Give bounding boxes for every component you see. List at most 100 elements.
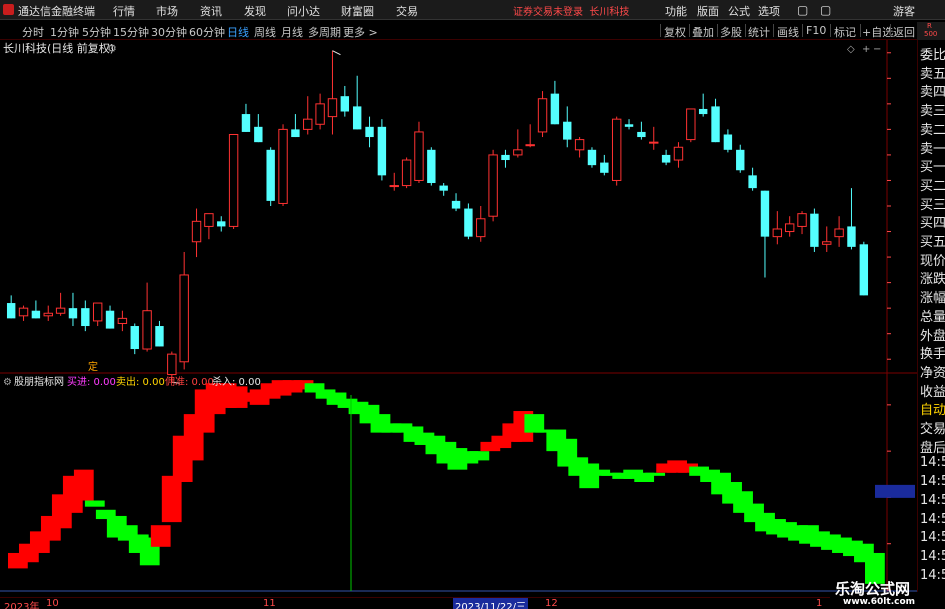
side-panel-item[interactable]: 净资 bbox=[920, 362, 945, 381]
candle-body-down bbox=[155, 326, 164, 347]
candle-body-up bbox=[43, 312, 53, 317]
indicator-block-down bbox=[469, 451, 490, 461]
side-panel-item[interactable]: 14:56 bbox=[920, 474, 945, 489]
candle-body-down bbox=[624, 124, 634, 127]
side-panel-item[interactable]: 收益 bbox=[920, 381, 945, 400]
time-axis-nov: 11 bbox=[263, 598, 276, 609]
side-panel-item[interactable]: 卖四 bbox=[920, 81, 945, 100]
chart-settings-icon[interactable]: ⚙ bbox=[107, 42, 117, 55]
side-panel-item[interactable]: 买五 bbox=[920, 231, 945, 250]
side-panel-item[interactable]: 涨幅 bbox=[920, 287, 945, 306]
side-panel-item[interactable]: 卖三 bbox=[920, 100, 945, 119]
indicator-block-up bbox=[161, 475, 182, 523]
indicator-block-down bbox=[84, 500, 105, 507]
side-panel-item[interactable]: 外盘 bbox=[920, 325, 945, 344]
watermark-url: www.60lt.com bbox=[843, 597, 916, 607]
quote-side-panel: 委比 卖五 卖四 卖三 卖二 卖一 买一 买二 买三 买四 买五 现价 涨跌 涨幅 总量 外盘 换手 净资 收益 自动… bbox=[917, 40, 945, 597]
time-axis-cursor-date: 2023/11/22/三 bbox=[453, 598, 529, 609]
zoom-in-icon[interactable]: + bbox=[862, 44, 870, 55]
candle-body-up bbox=[414, 131, 424, 181]
current-value-box bbox=[875, 484, 915, 498]
indicator-kill-label: 杀入: 0.00 bbox=[212, 375, 261, 388]
side-panel-item[interactable]: 自动 bbox=[920, 399, 945, 418]
side-panel-item[interactable]: 14:56 bbox=[920, 549, 945, 564]
candle-body-up bbox=[191, 220, 202, 243]
candle-body-up bbox=[537, 98, 548, 133]
candle-body-down bbox=[698, 108, 708, 115]
signal-marker: 定 bbox=[88, 360, 98, 373]
indicator-settings-icon[interactable]: ⚙ bbox=[3, 377, 12, 388]
candle-body-down bbox=[365, 126, 374, 138]
chart-canvas[interactable]: 长川科技(日线 前复权) ⚙ ◇ + − 定 ⚙ 股朋指标网 买进: 0.00 … bbox=[0, 0, 917, 597]
level-badge: R 500 bbox=[917, 22, 945, 40]
badge-level: 500 bbox=[924, 30, 938, 38]
side-panel-item[interactable]: 盘后 bbox=[920, 437, 945, 456]
side-panel-item[interactable]: 买三 bbox=[920, 194, 945, 213]
candle-body-down bbox=[736, 149, 745, 171]
candle-body-down bbox=[68, 308, 78, 319]
candle-body-down bbox=[859, 244, 869, 296]
side-panel-item[interactable]: 14:56 bbox=[920, 568, 945, 583]
side-panel-item[interactable]: 交易 bbox=[920, 418, 945, 437]
candle-body-up bbox=[513, 149, 523, 156]
candle-body-down bbox=[254, 126, 263, 143]
candle-body-down bbox=[563, 121, 572, 140]
side-panel-item[interactable]: 卖二 bbox=[920, 119, 945, 138]
indicator-sell-label: 卖出: 0.00 bbox=[116, 375, 165, 388]
candle-body-down bbox=[464, 208, 473, 237]
candle-body-down bbox=[847, 226, 856, 247]
side-panel-item[interactable]: 14:56 bbox=[920, 493, 945, 508]
candle-body-up bbox=[117, 317, 128, 324]
candle-body-up bbox=[401, 159, 412, 187]
badge-r: R bbox=[927, 22, 932, 30]
candle-body-up bbox=[179, 274, 189, 363]
side-panel-item[interactable]: 涨跌 bbox=[920, 268, 945, 287]
side-panel-item[interactable]: 总量 bbox=[920, 306, 945, 325]
side-panel-item[interactable]: 14:56 bbox=[920, 455, 945, 470]
candle-body-up bbox=[673, 146, 684, 161]
side-panel-item[interactable]: 买二 bbox=[920, 175, 945, 194]
indicator-base-label: 佣准: 0.00 bbox=[165, 376, 214, 388]
candle-body-down bbox=[600, 162, 609, 173]
candle-body-up bbox=[327, 98, 338, 118]
indicator-block-up bbox=[73, 469, 94, 501]
zoom-out-icon[interactable]: − bbox=[873, 44, 881, 55]
candle-body-down bbox=[377, 126, 387, 176]
candle-body-up bbox=[822, 241, 832, 245]
candle-body-down bbox=[451, 200, 461, 209]
candle-body-down bbox=[723, 134, 733, 150]
side-panel-item[interactable]: 买四 bbox=[920, 212, 945, 231]
candle-body-down bbox=[760, 190, 770, 237]
candle-body-down bbox=[241, 114, 251, 132]
candle-body-down bbox=[748, 175, 757, 189]
candle-body-up bbox=[18, 307, 29, 317]
candle-body-up bbox=[389, 185, 399, 188]
candle-body-up bbox=[772, 228, 783, 238]
candle-body-up bbox=[649, 141, 659, 144]
diamond-icon[interactable]: ◇ bbox=[847, 44, 855, 55]
candle-body-down bbox=[291, 129, 300, 138]
candle-body-down bbox=[810, 213, 819, 247]
candle-body-down bbox=[340, 96, 350, 112]
candle-body-down bbox=[550, 93, 560, 125]
candle-body-down bbox=[427, 149, 436, 184]
candle-body-up bbox=[476, 218, 486, 238]
side-panel-item[interactable]: 14:56 bbox=[920, 530, 945, 545]
side-panel-item[interactable]: 委比 bbox=[920, 44, 945, 63]
side-panel-item[interactable]: 现价 bbox=[920, 250, 945, 269]
candle-body-down bbox=[6, 303, 16, 319]
time-axis-jan: 1 bbox=[816, 598, 823, 609]
side-panel-item[interactable]: 卖一 bbox=[920, 138, 945, 157]
candle-body-up bbox=[315, 103, 325, 125]
side-panel-item[interactable]: 买一 bbox=[920, 156, 945, 175]
side-panel-item[interactable]: 卖五 bbox=[920, 63, 945, 82]
candle-body-down bbox=[31, 310, 41, 319]
candle-body-down bbox=[352, 106, 362, 130]
side-panel-item[interactable]: 换手 bbox=[920, 343, 945, 362]
candle-body-up bbox=[784, 223, 795, 233]
indicator-buy-label: 买进: 0.00 bbox=[67, 376, 116, 388]
candle-body-up bbox=[574, 139, 585, 151]
candle-body-up bbox=[686, 108, 696, 141]
candle-body-down bbox=[711, 106, 720, 143]
side-panel-item[interactable]: 14:56 bbox=[920, 512, 945, 527]
